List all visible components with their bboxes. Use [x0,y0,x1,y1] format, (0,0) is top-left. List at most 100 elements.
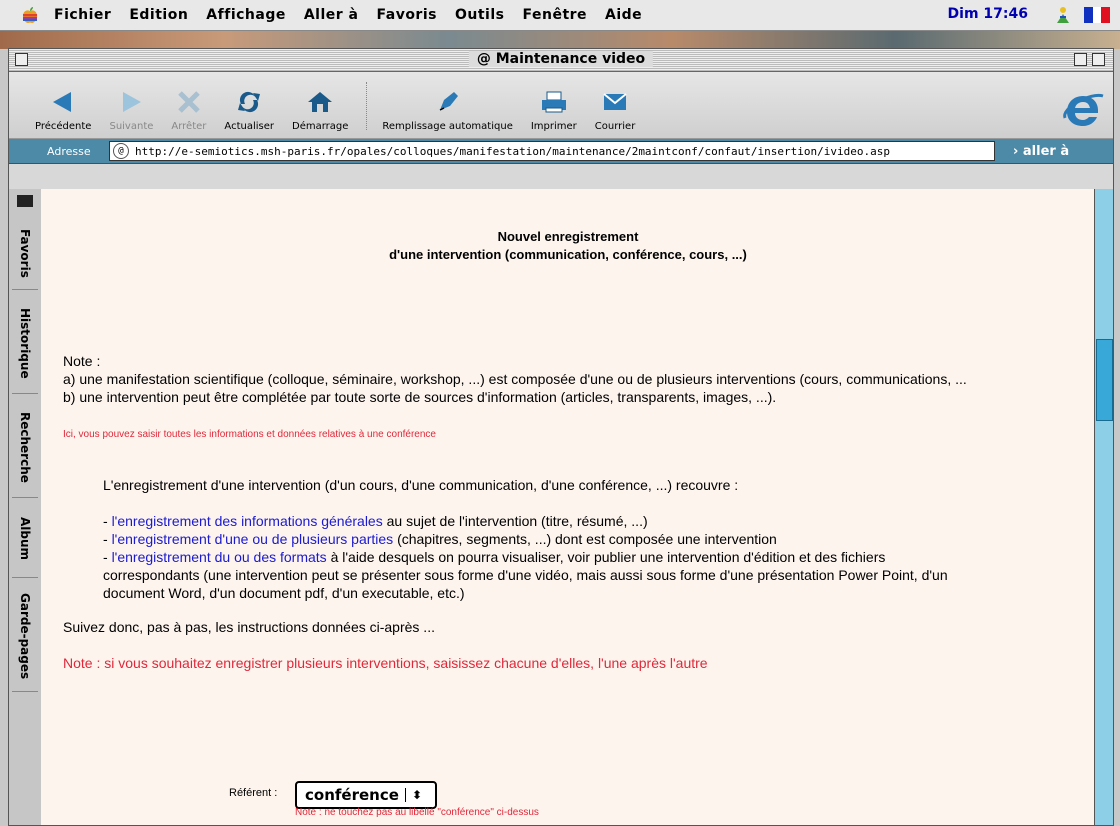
list-item-prefix: - [103,531,112,547]
print-label: Imprimer [530,121,577,132]
window-titlebar[interactable]: @ Maintenance video [9,49,1113,72]
tab-garde-pages-label: Garde-pages [18,592,32,680]
toolbar-separator [366,82,368,130]
menu-bar: Fichier Edition Affichage Aller à Favori… [0,0,1120,31]
collapse-box[interactable] [1092,53,1105,66]
internet-explorer-logo-icon [1063,93,1104,126]
vertical-scrollbar[interactable] [1094,189,1113,825]
scroll-thumb[interactable] [1096,339,1113,421]
list-item-prefix: - [103,549,112,565]
refresh-button[interactable]: Actualiser [224,89,274,138]
list-item-continuation: document Word, d'un document pdf, d'un e… [103,585,465,601]
intro-text: L'enregistrement d'une intervention (d'u… [103,477,739,493]
back-button[interactable]: Précédente [35,89,91,138]
address-field[interactable]: @ http://e-semiotics.msh-paris.fr/opales… [109,141,995,161]
desktop-background [0,31,1120,49]
link-informations-generales[interactable]: l'enregistrement des informations généra… [112,513,383,529]
menu-favoris[interactable]: Favoris [377,7,437,23]
browser-toolbar: Précédente Suivante Arrêter Actualiser D… [9,72,1113,139]
menu-aller-a[interactable]: Aller à [304,7,359,23]
tab-historique-label: Historique [18,307,32,379]
page-content: Nouvel enregistrement d'une intervention… [41,189,1095,825]
home-icon [305,89,335,115]
link-formats[interactable]: l'enregistrement du ou des formats [112,549,327,565]
tab-historique[interactable]: Historique [12,293,38,394]
menu-affichage[interactable]: Affichage [206,7,286,23]
mail-envelope-icon [600,89,630,115]
list-item-prefix: - [103,513,112,529]
list-item: - l'enregistrement des informations géné… [103,513,648,529]
keyboard-layout-flag-icon[interactable] [1084,7,1111,23]
page-at-icon: @ [113,143,129,159]
menu-aide[interactable]: Aide [605,7,642,23]
home-button[interactable]: Démarrage [292,89,348,138]
menu-edition[interactable]: Edition [129,7,188,23]
window-title: @ Maintenance video [468,51,654,67]
back-arrow-icon [48,89,78,115]
list-item-text: au sujet de l'intervention (titre, résum… [382,513,648,529]
menu-fenetre[interactable]: Fenêtre [522,7,587,23]
printer-icon [539,89,569,115]
window-title-text: Maintenance video [495,51,646,67]
toolbar-strip [9,164,1113,191]
tab-recherche[interactable]: Recherche [12,397,38,498]
forward-label: Suivante [109,121,154,132]
go-label: aller à [1022,143,1070,159]
referent-select-value: conférence [305,786,399,804]
autofill-label: Remplissage automatique [382,121,513,132]
list-item-continuation: correspondants (une intervention peut se… [103,567,948,583]
follow-instructions: Suivez donc, pas à pas, les instructions… [63,619,435,635]
explorer-bar: Favoris Historique Recherche Album Garde… [9,189,42,825]
referent-note: Note : ne touchez pas au libellé "confér… [295,807,539,818]
address-bar: Adresse @ http://e-semiotics.msh-paris.f… [9,139,1113,164]
menu-status-icons [1052,5,1111,25]
go-button[interactable]: › aller à [1013,144,1069,159]
page-title: Nouvel enregistrement [497,229,639,244]
zoom-box[interactable] [1074,53,1087,66]
apple-menu-icon[interactable] [20,5,40,25]
mail-button[interactable]: Courrier [594,89,636,138]
explorer-toggle-icon[interactable] [17,195,33,207]
back-label: Précédente [35,121,92,132]
note-label: Note : [63,353,101,369]
list-item: - l'enregistrement d'une ou de plusieurs… [103,531,777,547]
close-box[interactable] [15,53,28,66]
referent-select[interactable]: conférence ⬍ [295,781,437,809]
tab-favoris[interactable]: Favoris [12,217,38,290]
tab-favoris-label: Favoris [18,228,32,278]
tab-album[interactable]: Album [12,501,38,578]
stop-x-icon [174,89,204,115]
tab-album-label: Album [18,517,32,561]
refresh-icon [234,89,264,115]
tab-recherche-label: Recherche [18,411,32,483]
note-a: a) une manifestation scientifique (collo… [63,371,967,387]
print-button[interactable]: Imprimer [531,89,577,138]
at-icon: @ [476,51,496,67]
list-item-text: à l'aide desquels on pourra visualiser, … [326,549,886,565]
browser-window: @ Maintenance video Précédente Suivante … [8,48,1114,826]
forward-button[interactable]: Suivante [109,89,153,138]
referent-label: Référent : [229,787,278,799]
menu-outils[interactable]: Outils [455,7,505,23]
application-switcher-icon[interactable] [1052,5,1074,25]
stop-button[interactable]: Arrêter [171,89,206,138]
page-subtitle: d'une intervention (communication, confé… [389,247,747,262]
stop-label: Arrêter [171,121,207,132]
autofill-pen-icon [433,89,463,115]
mail-label: Courrier [594,121,636,132]
list-item: - l'enregistrement du ou des formats à l… [103,549,885,565]
info-text: Ici, vous pouvez saisir toutes les infor… [63,429,436,440]
note-b: b) une intervention peut être complétée … [63,389,777,405]
select-arrows-icon: ⬍ [405,788,422,802]
list-item-text: (chapitres, segments, ...) dont est comp… [393,531,777,547]
autofill-button[interactable]: Remplissage automatique [382,89,513,138]
menu-fichier[interactable]: Fichier [54,7,111,23]
refresh-label: Actualiser [224,121,274,132]
address-label: Adresse [47,144,91,158]
forward-arrow-icon [116,89,146,115]
link-parties[interactable]: l'enregistrement d'une ou de plusieurs p… [112,531,394,547]
note-red: Note : si vous souhaitez enregistrer plu… [63,655,708,671]
address-url[interactable]: http://e-semiotics.msh-paris.fr/opales/c… [135,145,890,158]
menu-clock[interactable]: Dim 17:46 [948,6,1028,22]
tab-garde-pages[interactable]: Garde-pages [12,581,38,692]
